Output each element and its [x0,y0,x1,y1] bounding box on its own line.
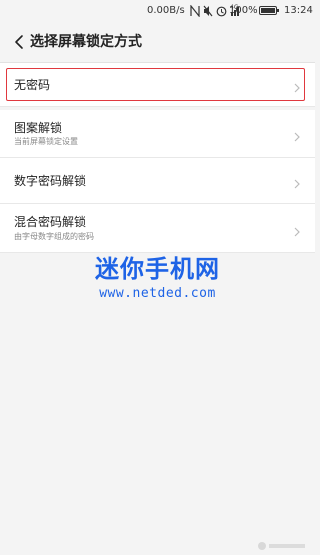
row-separator [0,106,315,107]
option-no-password[interactable]: 无密码 [0,63,315,107]
chevron-right-icon [293,128,301,142]
battery-icon [259,6,279,15]
battery-percent: 100% [229,5,258,16]
network-speed: 0.00B/s [147,5,185,16]
nfc-icon [190,4,200,21]
option-sublabel: 由字母数字组成的密码 [14,232,94,241]
status-bar: 0.00B/s 4G 100% 13:24 [0,0,315,22]
chevron-right-icon [293,223,301,237]
watermark-title: 迷你手机网 [95,255,220,283]
option-label: 图案解锁 [14,121,63,135]
back-arrow-icon[interactable] [12,32,28,52]
header: 选择屏幕锁定方式 [0,22,315,62]
corner-logo-icon [257,536,307,550]
option-pin[interactable]: 数字密码解锁 [0,158,315,204]
option-pattern[interactable]: 图案解锁 当前屏幕锁定设置 [0,110,315,158]
chevron-right-icon [293,79,301,93]
clock: 13:24 [284,5,313,16]
option-label: 数字密码解锁 [14,174,87,188]
alarm-icon [216,5,227,21]
watermark-url: www.netded.com [99,286,216,301]
selected-highlight [6,68,305,101]
chevron-right-icon [293,175,301,189]
option-sublabel: 当前屏幕锁定设置 [14,137,78,146]
page-title: 选择屏幕锁定方式 [30,34,142,50]
option-mixed-password[interactable]: 混合密码解锁 由字母数字组成的密码 [0,204,315,253]
mute-icon [203,5,213,21]
option-label: 混合密码解锁 [14,215,87,229]
option-label: 无密码 [14,78,51,92]
